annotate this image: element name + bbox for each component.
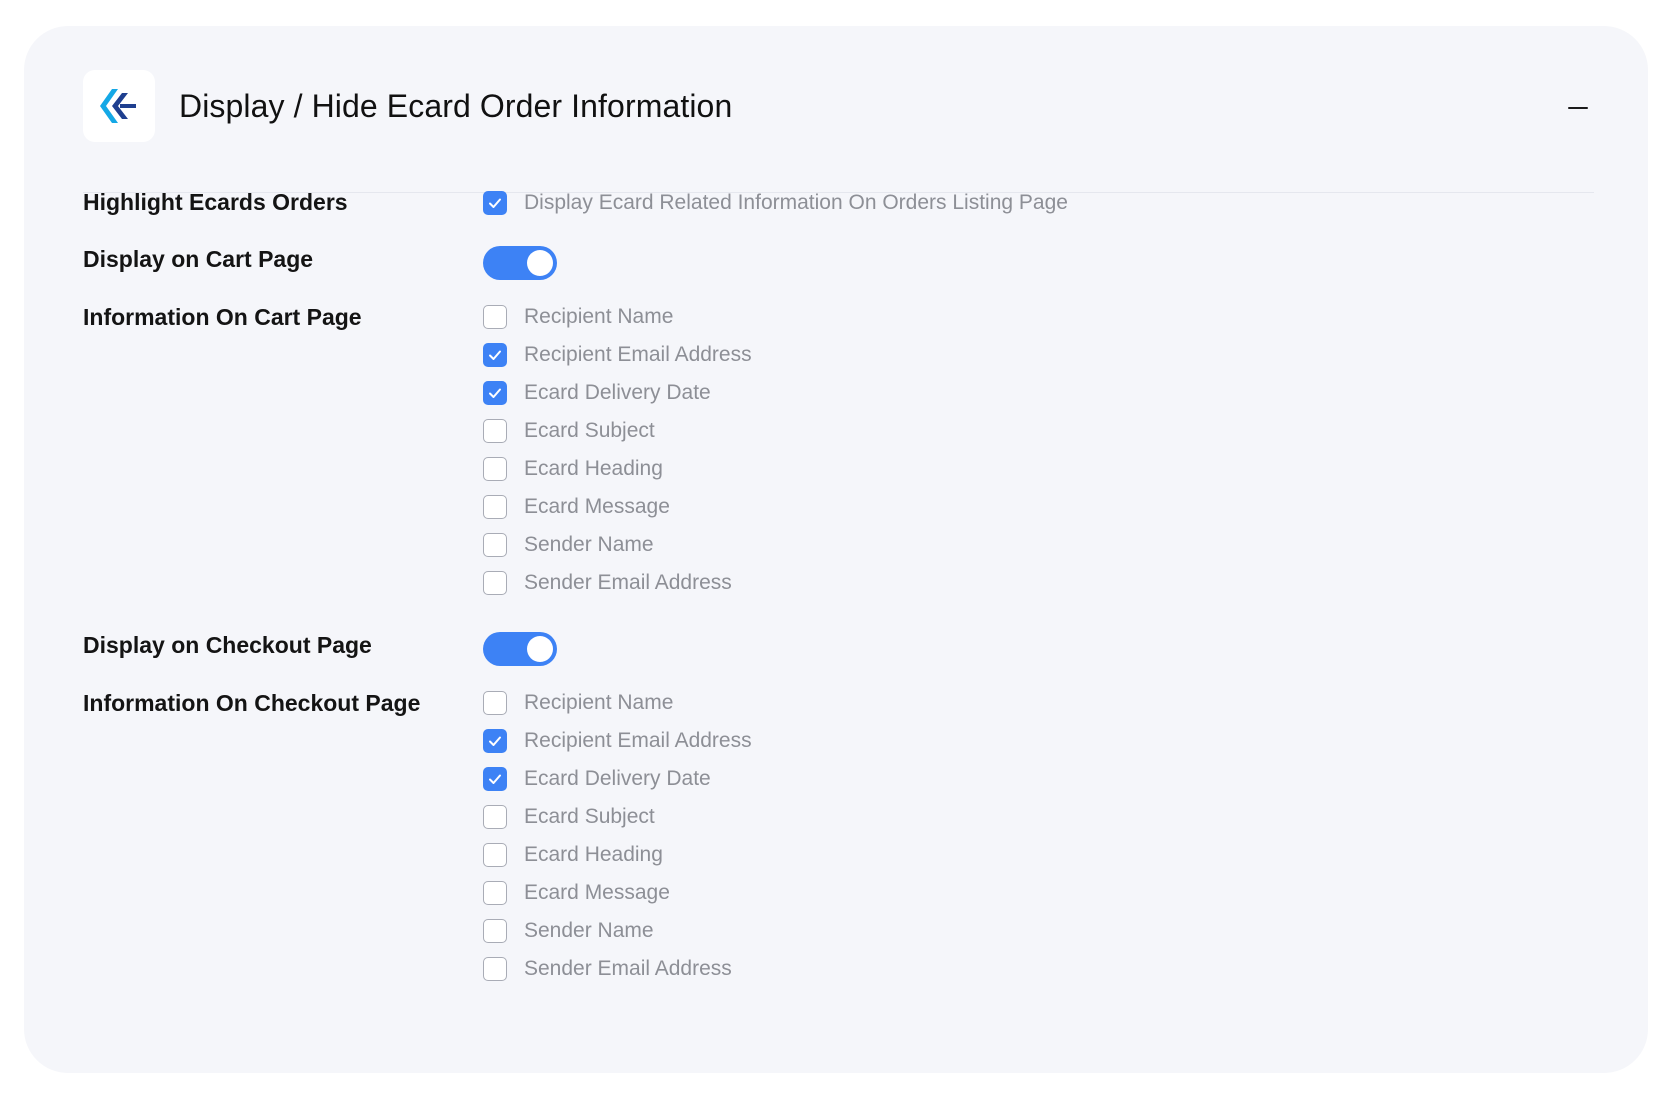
cart-option[interactable]: Sender Email Address	[483, 564, 752, 602]
checkbox[interactable]	[483, 571, 507, 595]
option-label: Recipient Email Address	[524, 729, 752, 752]
checkbox[interactable]	[483, 881, 507, 905]
checkbox[interactable]	[483, 919, 507, 943]
option-label: Recipient Email Address	[524, 343, 752, 366]
option-label: Recipient Name	[524, 305, 674, 328]
option-label: Ecard Delivery Date	[524, 381, 711, 404]
section-title: Display / Hide Ecard Order Information	[179, 88, 733, 124]
checkout-option[interactable]: Sender Email Address	[483, 950, 752, 988]
checkbox[interactable]	[483, 805, 507, 829]
checkmark-icon	[489, 350, 501, 360]
brand-logo-icon	[100, 89, 136, 123]
option-label: Ecard Message	[524, 495, 670, 518]
option-label: Sender Email Address	[524, 957, 732, 980]
cart-option[interactable]: Sender Name	[483, 526, 752, 564]
checkmark-icon	[489, 198, 501, 208]
checkbox[interactable]	[483, 691, 507, 715]
checkout-toggle-label: Display on Checkout Page	[83, 632, 372, 658]
option-label: Sender Name	[524, 919, 654, 942]
option-label: Ecard Heading	[524, 457, 663, 480]
minus-icon	[1568, 107, 1588, 109]
checkmark-icon	[489, 774, 501, 784]
checkbox[interactable]	[483, 191, 507, 215]
checkout-option[interactable]: Recipient Name	[483, 684, 752, 722]
checkout-info-label: Information On Checkout Page	[83, 690, 421, 716]
cart-option[interactable]: Recipient Name	[483, 298, 752, 336]
cart-option[interactable]: Ecard Delivery Date	[483, 374, 752, 412]
highlight-orders-label: Highlight Ecards Orders	[83, 189, 348, 215]
checkout-option[interactable]: Ecard Heading	[483, 836, 752, 874]
checkbox[interactable]	[483, 419, 507, 443]
cart-option[interactable]: Ecard Message	[483, 488, 752, 526]
brand-logo	[83, 70, 155, 142]
checkbox[interactable]	[483, 533, 507, 557]
checkmark-icon	[489, 736, 501, 746]
checkout-page-toggle[interactable]	[483, 632, 557, 666]
checkbox[interactable]	[483, 957, 507, 981]
highlight-orders-option[interactable]: Display Ecard Related Information On Ord…	[483, 184, 1068, 222]
cart-option[interactable]: Ecard Heading	[483, 450, 752, 488]
checkout-option[interactable]: Ecard Message	[483, 874, 752, 912]
option-label: Ecard Subject	[524, 419, 655, 442]
checkbox[interactable]	[483, 767, 507, 791]
cart-options-list: Recipient Name Recipient Email Address E…	[483, 298, 752, 602]
option-label: Display Ecard Related Information On Ord…	[524, 191, 1068, 214]
cart-toggle-label: Display on Cart Page	[83, 246, 314, 272]
checkout-option[interactable]: Ecard Subject	[483, 798, 752, 836]
settings-panel: Display / Hide Ecard Order Information H…	[24, 26, 1648, 1073]
option-label: Ecard Delivery Date	[524, 767, 711, 790]
collapse-button[interactable]	[1562, 92, 1594, 124]
checkbox[interactable]	[483, 305, 507, 329]
checkout-option[interactable]: Ecard Delivery Date	[483, 760, 752, 798]
checkout-option[interactable]: Sender Name	[483, 912, 752, 950]
checkbox[interactable]	[483, 729, 507, 753]
cart-info-label: Information On Cart Page	[83, 304, 362, 330]
option-label: Sender Name	[524, 533, 654, 556]
checkbox[interactable]	[483, 381, 507, 405]
checkbox[interactable]	[483, 495, 507, 519]
section-header: Display / Hide Ecard Order Information	[83, 70, 1594, 193]
cart-page-toggle[interactable]	[483, 246, 557, 280]
toggle-knob	[527, 636, 553, 662]
checkbox[interactable]	[483, 343, 507, 367]
checkout-option[interactable]: Recipient Email Address	[483, 722, 752, 760]
checkmark-icon	[489, 388, 501, 398]
option-label: Ecard Message	[524, 881, 670, 904]
option-label: Recipient Name	[524, 691, 674, 714]
cart-option[interactable]: Ecard Subject	[483, 412, 752, 450]
checkbox[interactable]	[483, 457, 507, 481]
checkbox[interactable]	[483, 843, 507, 867]
toggle-knob	[527, 250, 553, 276]
option-label: Ecard Heading	[524, 843, 663, 866]
option-label: Sender Email Address	[524, 571, 732, 594]
option-label: Ecard Subject	[524, 805, 655, 828]
checkout-options-list: Recipient Name Recipient Email Address E…	[483, 684, 752, 988]
cart-option[interactable]: Recipient Email Address	[483, 336, 752, 374]
